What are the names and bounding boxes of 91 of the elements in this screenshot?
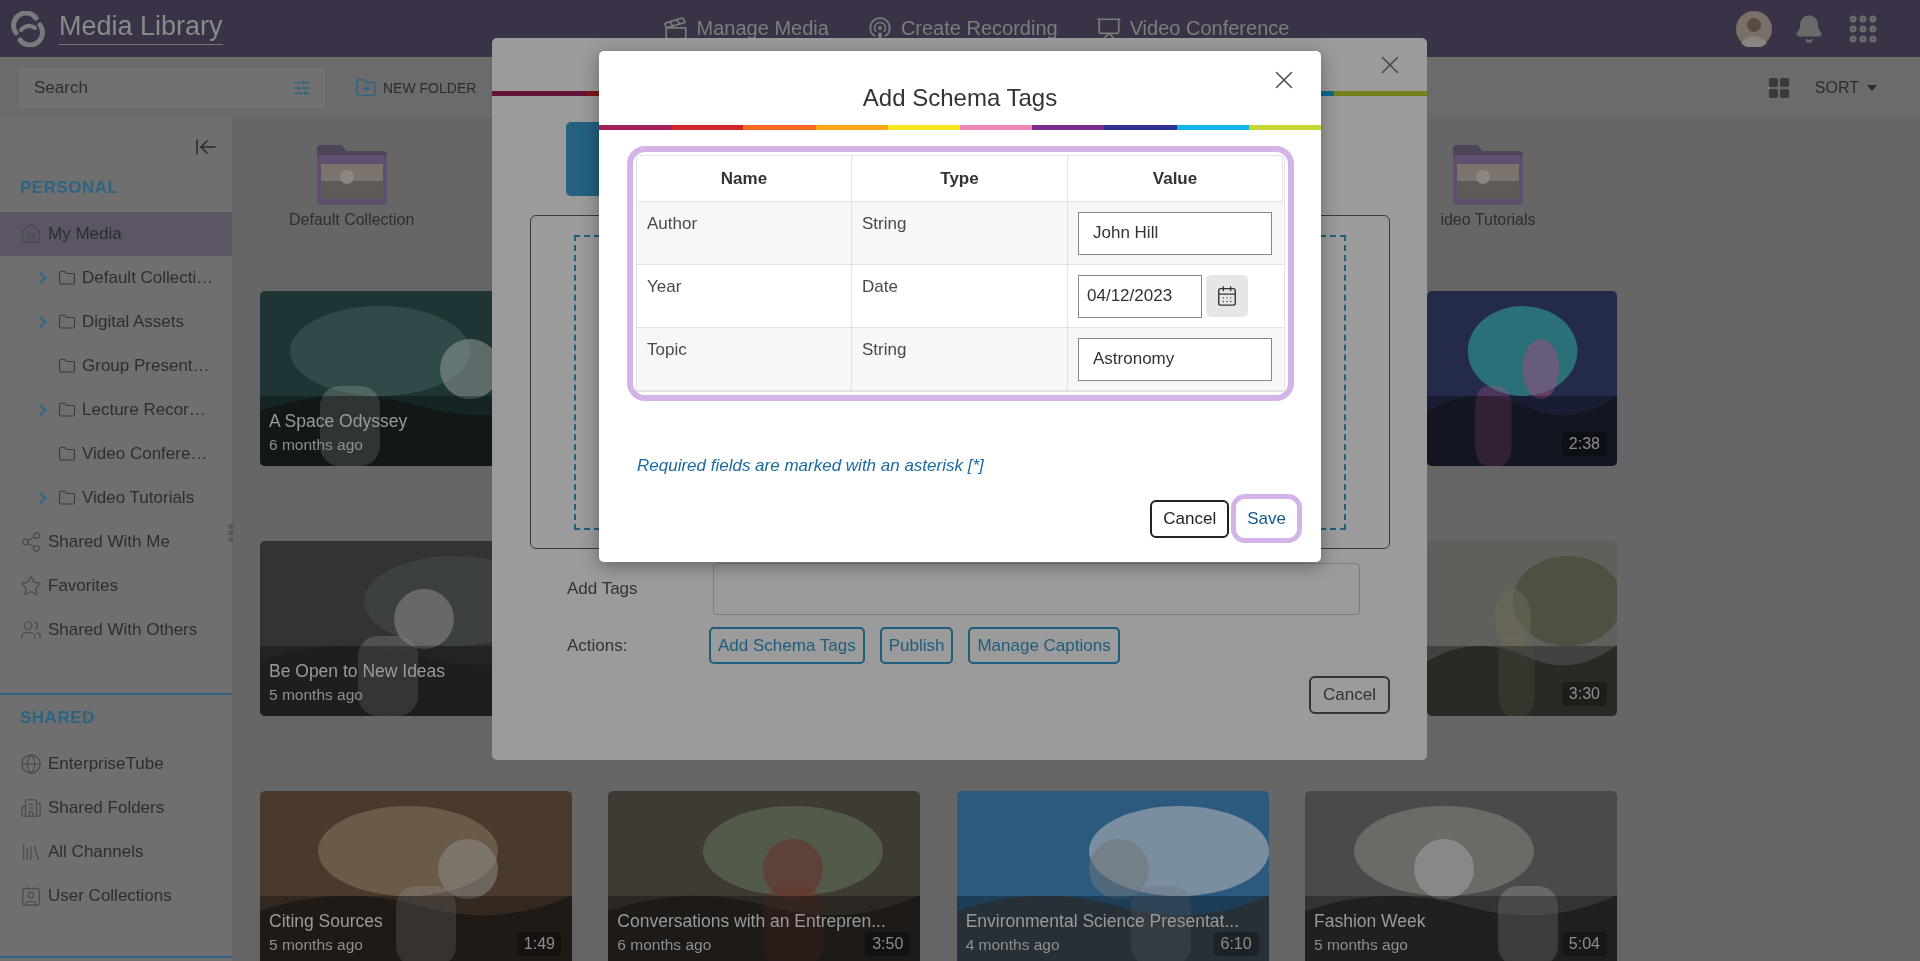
card-age: 4 months ago <box>965 936 1060 954</box>
tree-item[interactable]: Lecture Recor… <box>0 388 232 432</box>
avatar[interactable] <box>1736 10 1772 47</box>
action-button[interactable]: Manage Captions <box>968 627 1120 664</box>
folder-icon[interactable] <box>316 145 387 205</box>
sidebar-item[interactable]: EnterpriseTube <box>0 742 232 786</box>
search-field[interactable]: Search <box>18 67 325 108</box>
sidebar-item[interactable]: Shared With Others <box>0 608 232 652</box>
duration-badge: 3:30 <box>1561 682 1607 706</box>
card-title: Conversations with an Entrepren... <box>617 911 886 932</box>
card-title: Citing Sources <box>269 911 383 932</box>
card-age: 6 months ago <box>617 936 712 954</box>
tree-item[interactable]: Video Tutorials <box>0 476 232 520</box>
home-icon <box>20 223 42 245</box>
contact-icon <box>20 885 42 907</box>
sidebar-item[interactable]: My Media <box>0 212 232 256</box>
bell-icon[interactable] <box>1794 13 1824 44</box>
tags-field[interactable] <box>713 563 1360 615</box>
duration-badge: 3:50 <box>865 932 911 956</box>
folder-icon <box>58 445 76 463</box>
section-title: SHARED <box>19 707 96 729</box>
nav-link[interactable]: Create Recording <box>866 15 1058 42</box>
star-icon <box>20 575 42 597</box>
app-title[interactable]: Media Library <box>59 12 223 45</box>
action-button[interactable]: Publish <box>879 627 954 664</box>
building-icon <box>20 797 42 819</box>
table-cell: Author <box>637 202 852 265</box>
folder-label[interactable]: ideo Tutorials <box>1440 211 1536 229</box>
sidebar-item[interactable]: User Collections <box>0 874 232 918</box>
media-card[interactable]: Fashion Week 5 months ago 5:04 <box>1305 791 1617 961</box>
tree-item[interactable]: Video Confere… <box>0 432 232 476</box>
card-title: Be Open to New Ideas <box>269 661 446 682</box>
sort-button[interactable]: SORT <box>1808 77 1883 98</box>
folder-icon[interactable] <box>1453 145 1523 205</box>
required-note: Required fields are marked with an asterisk [*] <box>637 456 985 476</box>
grid-view-icon[interactable] <box>1766 75 1791 100</box>
sidebar-item[interactable]: Favorites <box>0 564 232 608</box>
share-icon <box>20 531 42 553</box>
media-card[interactable]: Conversations with an Entrepren... 6 months ago 3:50 <box>608 791 921 961</box>
card-age: 5 months ago <box>269 936 363 954</box>
globe-icon <box>20 753 42 775</box>
text-field[interactable]: John Hill <box>1078 211 1272 255</box>
table-cell: String <box>852 202 1068 265</box>
folder-plus-icon <box>355 76 377 99</box>
tree-item[interactable]: Digital Assets <box>0 300 232 344</box>
new-folder-button[interactable]: NEW FOLDER <box>355 76 477 99</box>
table-cell: Topic <box>637 328 852 391</box>
calendar-icon <box>1216 285 1238 307</box>
cancel-button[interactable]: Cancel <box>1309 676 1390 714</box>
section-title: PERSONAL <box>19 177 120 199</box>
tree-item[interactable]: Group Present… <box>0 344 232 388</box>
save-button[interactable]: Save <box>1236 499 1297 538</box>
sidebar-item[interactable]: Shared With Me <box>0 520 232 564</box>
table-cell: Date <box>852 265 1068 328</box>
logo-icon <box>10 10 46 47</box>
users-icon <box>20 619 42 641</box>
cancel-button[interactable]: Cancel <box>1150 499 1230 538</box>
action-button[interactable]: Add Schema Tags <box>709 627 865 664</box>
table-cell: String <box>852 328 1068 391</box>
duration-badge: 1:49 <box>516 932 562 956</box>
date-field[interactable]: 04/12/2023 <box>1078 274 1202 318</box>
folder-icon <box>58 269 76 287</box>
sidebar-item[interactable]: All Channels <box>0 830 232 874</box>
folder-icon <box>58 489 76 507</box>
card-age: 5 months ago <box>1314 936 1408 954</box>
media-card[interactable]: Citing Sources 5 months ago 1:49 <box>260 791 572 961</box>
dialog-title: Add Schema Tags <box>862 84 1058 112</box>
folder-icon <box>58 401 76 419</box>
calendar-button[interactable] <box>1206 275 1248 317</box>
card-title: Environmental Science Presentat... <box>965 911 1239 932</box>
folder-label[interactable]: Default Collection <box>289 211 415 229</box>
text-field[interactable]: Astronomy <box>1078 337 1272 381</box>
duration-badge: 6:10 <box>1213 932 1259 956</box>
sidebar-item[interactable]: Shared Folders <box>0 786 232 830</box>
table-cell: Year <box>637 265 852 328</box>
filter-icon[interactable] <box>293 78 311 97</box>
nav-link[interactable]: Video Conference <box>1095 15 1290 42</box>
media-card[interactable]: 2:38 <box>1427 291 1617 466</box>
card-title: Fashion Week <box>1314 911 1426 932</box>
card-age: 6 months ago <box>269 436 363 454</box>
media-card[interactable]: 3:30 <box>1427 541 1617 716</box>
card-title: A Space Odyssey <box>269 411 408 432</box>
card-age: 5 months ago <box>269 686 363 704</box>
media-card[interactable]: Environmental Science Presentat... 4 months ago 6:10 <box>956 791 1269 961</box>
duration-badge: 2:38 <box>1561 432 1607 456</box>
tree-item[interactable]: Default Collecti… <box>0 256 232 300</box>
folder-icon <box>58 313 76 331</box>
books-icon <box>20 841 42 863</box>
duration-badge: 5:04 <box>1561 932 1607 956</box>
caret-icon <box>1867 84 1877 91</box>
folder-icon <box>58 357 76 375</box>
